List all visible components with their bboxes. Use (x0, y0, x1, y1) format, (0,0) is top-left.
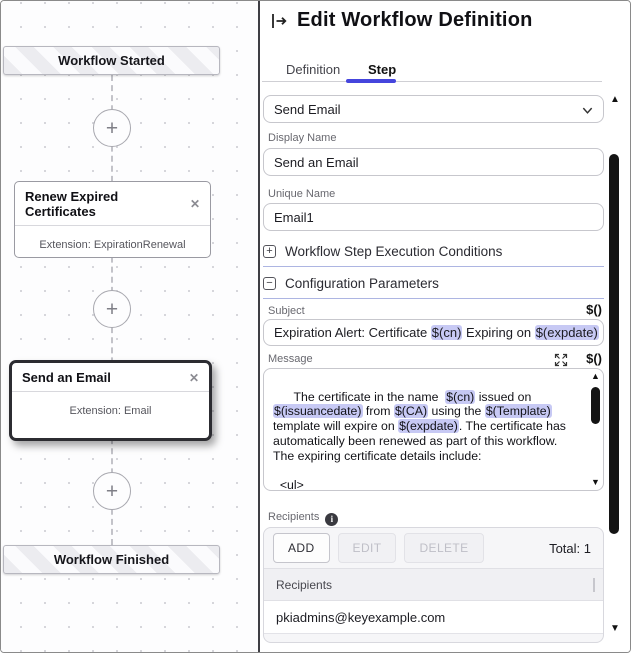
recipients-header-text: Recipients (276, 578, 332, 592)
edit-workflow-panel: Edit Workflow Definition Definition Step… (260, 1, 630, 652)
workflow-canvas[interactable]: Workflow Started + Renew Expired Certifi… (1, 1, 258, 652)
message-value: The certificate in the name $(cn) issued… (273, 390, 569, 491)
recipients-card: ADD EDIT DELETE Total: 1 Recipients pkia… (263, 527, 604, 643)
subject-input[interactable]: Expiration Alert: Certificate $(cn) Expi… (263, 319, 604, 346)
panel-scroll-down-icon[interactable]: ▼ (608, 624, 622, 634)
display-name-value: Send an Email (274, 155, 359, 170)
edit-button[interactable]: EDIT (338, 533, 397, 563)
workflow-finish-label: Workflow Finished (54, 552, 169, 567)
remove-step-icon[interactable]: ✕ (190, 197, 200, 211)
section-divider (263, 266, 604, 267)
recipient-email: pkiadmins@keyexample.com (276, 610, 445, 625)
add-step-button[interactable]: + (93, 290, 131, 328)
step-type-select[interactable]: Send Email (263, 95, 604, 123)
plus-icon: + (106, 299, 118, 320)
scroll-up-icon[interactable]: ▲ (591, 372, 600, 381)
remove-step-icon[interactable]: ✕ (189, 371, 199, 385)
delete-button[interactable]: DELETE (404, 533, 483, 563)
collapse-panel-icon[interactable] (269, 11, 289, 31)
active-tab-indicator (346, 79, 396, 83)
message-variable-hint[interactable]: $() (586, 351, 602, 366)
recipients-toolbar: ADD EDIT DELETE Total: 1 (264, 528, 603, 568)
message-textarea[interactable]: The certificate in the name $(cn) issued… (263, 368, 604, 491)
scroll-down-icon[interactable]: ▼ (591, 478, 600, 487)
subject-value: Expiration Alert: Certificate $(cn) Expi… (274, 325, 604, 340)
unique-name-input[interactable]: Email1 (263, 203, 604, 231)
recipients-label: Recipients i (268, 511, 338, 526)
total-count: Total: 1 (549, 541, 591, 556)
step-node-extension: Extension: ExpirationRenewal (15, 239, 210, 251)
expand-editor-icon[interactable] (554, 353, 568, 367)
plus-icon: + (106, 481, 118, 502)
recipients-label-text: Recipients (268, 511, 319, 523)
step-node-title: Renew Expired Certificates (25, 189, 190, 219)
workflow-start-label: Workflow Started (58, 53, 165, 68)
unique-name-value: Email1 (274, 210, 314, 225)
message-label: Message (268, 353, 313, 365)
step-node-send-an-email[interactable]: Send an Email ✕ Extension: Email (9, 360, 212, 441)
app-window: Workflow Started + Renew Expired Certifi… (0, 0, 631, 653)
add-button[interactable]: ADD (273, 533, 330, 563)
panel-scroll-up-icon[interactable]: ▲ (608, 95, 622, 105)
message-scrollbar[interactable]: ▲ ▼ (590, 372, 602, 487)
unique-name-label: Unique Name (268, 188, 335, 200)
column-resize-handle[interactable] (593, 578, 595, 592)
panel-scrollbar-thumb[interactable] (609, 154, 619, 534)
workflow-finish-node[interactable]: Workflow Finished (3, 545, 220, 574)
tabs-divider (262, 81, 602, 82)
display-name-label: Display Name (268, 132, 336, 144)
subject-label: Subject (268, 305, 305, 317)
expand-section-icon[interactable]: + (263, 245, 276, 258)
scrollbar-thumb[interactable] (591, 387, 600, 424)
tab-definition[interactable]: Definition (286, 62, 340, 77)
section-label: Configuration Parameters (285, 276, 439, 291)
section-execution-conditions[interactable]: + Workflow Step Execution Conditions (263, 244, 502, 259)
recipients-column-header: Recipients (264, 568, 603, 601)
step-node-extension: Extension: Email (12, 405, 209, 417)
subject-variable-hint[interactable]: $() (586, 302, 602, 317)
page-title: Edit Workflow Definition (297, 9, 533, 32)
collapse-section-icon[interactable]: − (263, 277, 276, 290)
step-type-selected-value: Send Email (274, 102, 340, 117)
workflow-start-node[interactable]: Workflow Started (3, 46, 220, 75)
panel-header: Edit Workflow Definition (269, 9, 533, 32)
step-node-header: Send an Email ✕ (12, 363, 209, 392)
info-icon[interactable]: i (325, 513, 338, 526)
step-node-header: Renew Expired Certificates ✕ (15, 182, 210, 226)
plus-icon: + (106, 118, 118, 139)
chevron-down-icon (581, 104, 594, 117)
step-node-title: Send an Email (22, 370, 111, 385)
display-name-input[interactable]: Send an Email (263, 148, 604, 176)
tab-step[interactable]: Step (368, 62, 396, 77)
section-label: Workflow Step Execution Conditions (285, 244, 502, 259)
table-row[interactable]: pkiadmins@keyexample.com (264, 601, 603, 634)
step-node-renew-expired-certificates[interactable]: Renew Expired Certificates ✕ Extension: … (14, 181, 211, 258)
section-divider (263, 298, 604, 299)
add-step-button[interactable]: + (93, 109, 131, 147)
add-step-button[interactable]: + (93, 472, 131, 510)
section-configuration-parameters[interactable]: − Configuration Parameters (263, 276, 439, 291)
